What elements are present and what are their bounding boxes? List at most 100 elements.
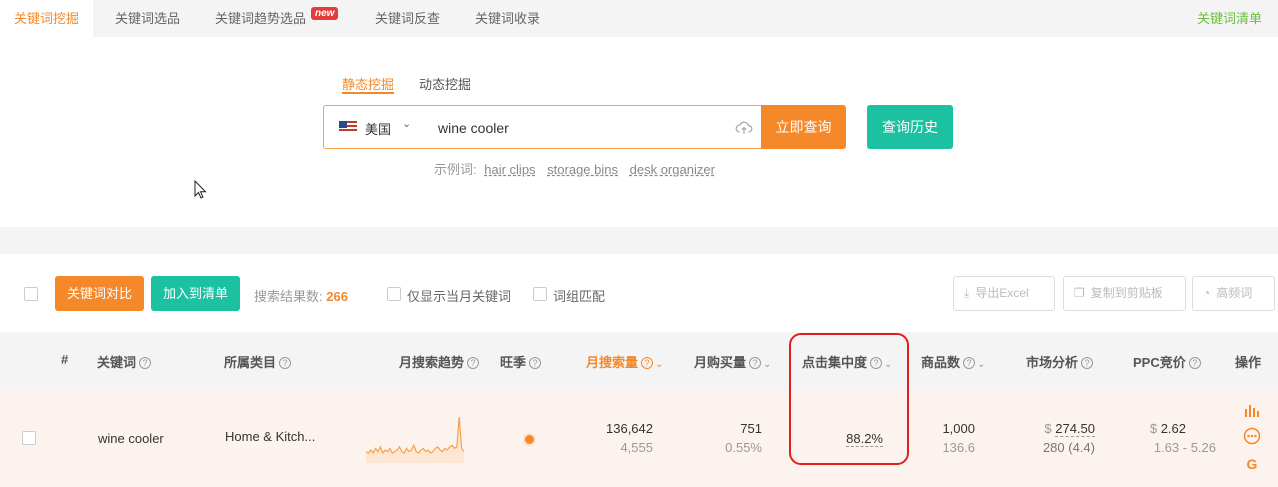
currency-symbol: $ [1044,421,1052,436]
active-tab-underline [342,92,394,94]
example-keywords: 示例词: hair clips storage bins desk organi… [434,159,719,178]
col-ppc-bid-label: PPC竞价 [1133,355,1186,370]
copy-icon: ❐ [1074,286,1085,300]
cloud-upload-icon[interactable] [735,119,753,137]
col-keyword: 关键词? [97,352,152,371]
trend-area [366,417,464,463]
sort-icon[interactable]: ⌄ [977,359,985,370]
high-freq-words-button[interactable]: ◔ 高频词 [1192,276,1275,311]
col-market-analysis-label: 市场分析 [1026,355,1079,370]
pie-chart-icon: ◔ [1203,286,1211,300]
tab-keyword-trend-selection[interactable]: 关键词趋势选品 [201,0,320,37]
select-all-checkbox[interactable] [24,287,38,301]
currency-symbol: $ [1149,421,1158,436]
monthly-search-value: 136,642 [606,421,653,436]
row-keyword[interactable]: wine cooler [98,431,164,446]
market-price[interactable]: $ 274.50 [1044,421,1095,437]
result-count: 266 [326,289,348,304]
more-options-icon[interactable] [1243,427,1261,445]
help-icon[interactable]: ? [279,357,292,369]
col-monthly-purchase[interactable]: 月购买量? ⌄ [694,352,771,371]
examples-label: 示例词: [434,162,477,177]
search-input[interactable] [438,118,728,138]
col-ppc-bid: PPC竞价? [1133,352,1201,371]
highlight-circle-annotation [789,333,909,465]
keyword-compare-button[interactable]: 关键词对比 [55,276,144,311]
help-icon[interactable]: ? [467,357,480,369]
monthly-purchase-sub: 0.55% [725,440,762,455]
sort-desc-icon[interactable]: ⌄ [655,359,663,370]
results-toolbar: 关键词对比 加入到清单 搜索结果数: 266 仅显示当月关键词 词组匹配 ⤓ 导出… [0,254,1278,332]
copy-clipboard-button[interactable]: ❐ 复制到剪贴板 [1063,276,1186,311]
help-icon[interactable]: ? [139,357,152,369]
phrase-match-label[interactable]: 词组匹配 [553,286,605,305]
help-icon[interactable]: ? [641,357,654,369]
monthly-search-sub: 4,555 [620,440,653,455]
col-monthly-purchase-label: 月购买量 [694,355,747,370]
row-checkbox[interactable] [22,431,36,445]
peak-season-dot [525,435,534,444]
sort-icon[interactable]: ⌄ [763,359,771,370]
tab-keyword-reverse[interactable]: 关键词反查 [361,0,454,37]
chevron-down-icon[interactable]: ⌄ [402,117,411,130]
copy-label: 复制到剪贴板 [1090,286,1163,300]
example-storage-bins[interactable]: storage bins [547,162,618,177]
ppc-bid: $ 2.62 [1150,421,1186,436]
col-search-trend-label: 月搜索趋势 [399,355,465,370]
market-sub: 280 (4.4) [1042,440,1095,455]
tab-dynamic-mining[interactable]: 动态挖掘 [419,74,471,93]
market-price-value: 274.50 [1055,421,1095,437]
mouse-cursor-icon [194,180,207,199]
country-select[interactable]: 美国 [365,119,391,138]
add-to-list-button[interactable]: 加入到清单 [151,276,240,311]
tab-keyword-selection[interactable]: 关键词选品 [101,0,194,37]
col-peak-season: 旺季? [500,352,542,371]
search-trend-sparkline[interactable] [365,413,465,463]
only-month-label[interactable]: 仅显示当月关键词 [407,286,511,305]
result-count-label: 搜索结果数: 266 [254,286,348,305]
table-header: # 关键词? 所属类目? 月搜索趋势? 旺季? 月搜索量? ⌄ 月购买量? ⌄ 点击… [0,332,1278,389]
product-count-value: 1,000 [942,421,975,436]
help-icon[interactable]: ? [1188,357,1201,369]
help-icon[interactable]: ? [529,357,542,369]
col-search-trend: 月搜索趋势? [399,352,480,371]
bar-chart-icon[interactable] [1243,401,1261,419]
phrase-match-checkbox[interactable] [533,287,547,301]
help-icon[interactable]: ? [963,357,976,369]
col-monthly-search-label: 月搜索量 [586,355,639,370]
ppc-value: 2.62 [1160,421,1186,436]
col-market-analysis: 市场分析? [1026,352,1094,371]
us-flag-icon [339,121,357,133]
monthly-purchase-value: 751 [740,421,762,436]
google-search-icon[interactable]: G [1243,455,1261,473]
col-index: # [61,352,69,367]
example-desk-organizer[interactable]: desk organizer [630,162,715,177]
col-category: 所属类目? [224,352,292,371]
example-hair-clips[interactable]: hair clips [484,162,535,177]
query-button[interactable]: 立即查询 [761,105,846,149]
col-peak-season-label: 旺季 [500,355,527,370]
help-icon[interactable]: ? [749,357,762,369]
only-month-checkbox[interactable] [387,287,401,301]
tab-keyword-mining[interactable]: 关键词挖掘 [0,0,94,37]
export-excel-button[interactable]: ⤓ 导出Excel [953,276,1055,311]
col-product-count[interactable]: 商品数? ⌄ [921,352,985,371]
top-tab-bar: 关键词挖掘 关键词选品 关键词趋势选品 new 关键词反查 关键词收录 关键词清… [0,0,1278,37]
export-label: 导出Excel [975,286,1029,300]
query-history-button[interactable]: 查询历史 [867,105,953,149]
col-category-label: 所属类目 [224,355,277,370]
row-category[interactable]: Home & Kitch... [225,429,315,444]
product-count-sub: 136.6 [942,440,975,455]
table-row: wine cooler Home & Kitch... 136,642 4,55… [0,389,1278,487]
high-freq-label: 高频词 [1216,286,1253,300]
tab-keyword-indexing[interactable]: 关键词收录 [461,0,554,37]
ppc-range: 1.63 - 5.26 [1153,440,1216,455]
trend-line [365,416,465,455]
col-monthly-search[interactable]: 月搜索量? ⌄ [586,352,663,371]
col-actions: 操作 [1235,355,1262,370]
tab-static-mining[interactable]: 静态挖掘 [342,74,394,93]
col-keyword-label: 关键词 [97,355,137,370]
help-icon[interactable]: ? [1081,357,1094,369]
keyword-list-link[interactable]: 关键词清单 [1197,0,1262,37]
download-icon: ⤓ [964,286,970,300]
